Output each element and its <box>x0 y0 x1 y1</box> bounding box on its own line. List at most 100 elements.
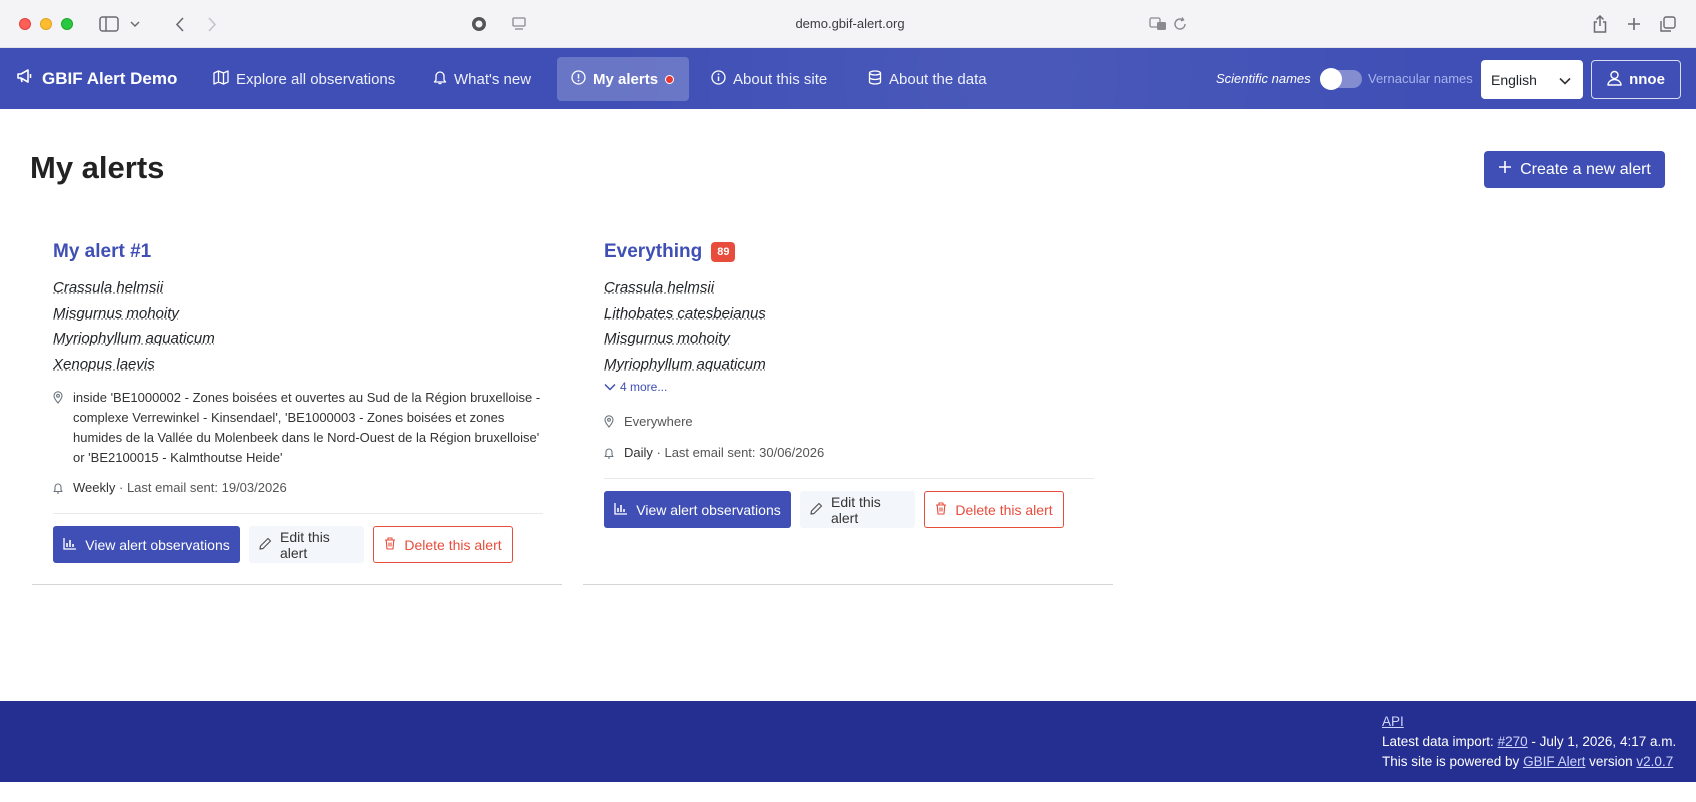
nav-about-data-label: About the data <box>889 70 987 88</box>
address-bar[interactable]: demo.gbif-alert.org <box>740 14 960 34</box>
trash-icon <box>935 501 947 518</box>
version-prefix: version <box>1589 754 1633 769</box>
bell-icon <box>604 443 614 465</box>
nav-whats-new-label: What's new <box>454 70 532 88</box>
alert-card: My alert #1 Crassula helmsii Misgurnus m… <box>32 220 562 585</box>
user-menu-button[interactable]: nnoe <box>1591 60 1681 99</box>
plus-icon <box>1498 160 1512 179</box>
species-link[interactable]: Myriophyllum aquaticum <box>53 326 215 352</box>
unseen-indicator-dot <box>665 74 675 84</box>
divider <box>53 513 543 514</box>
nav-my-alerts[interactable]: My alerts <box>557 57 689 101</box>
import-prefix: Latest data import: <box>1382 734 1494 749</box>
translate-icon[interactable] <box>1148 13 1168 35</box>
reload-icon[interactable] <box>1171 13 1189 35</box>
back-icon[interactable] <box>171 13 187 35</box>
alert-location: inside 'BE1000002 - Zones boisées et ouv… <box>53 388 553 468</box>
species-link[interactable]: Misgurnus mohoity <box>604 326 766 352</box>
location-pin-icon <box>53 388 63 468</box>
api-link[interactable]: API <box>1382 714 1404 729</box>
close-window-button[interactable] <box>19 18 31 30</box>
tab-overview-icon[interactable] <box>1658 13 1678 35</box>
edit-alert-label: Edit this alert <box>831 493 881 526</box>
view-observations-label: View alert observations <box>85 536 230 553</box>
import-suffix: - July 1, 2026, 4:17 a.m. <box>1531 734 1677 749</box>
alert-title[interactable]: My alert #1 <box>53 241 151 263</box>
nav-explore-label: Explore all observations <box>236 70 396 88</box>
version-link[interactable]: v2.0.7 <box>1636 754 1673 769</box>
brand-link[interactable]: GBIF Alert Demo <box>16 48 177 109</box>
user-icon <box>1607 70 1622 90</box>
edit-alert-button[interactable]: Edit this alert <box>249 526 364 563</box>
location-text: Everywhere <box>624 414 693 429</box>
species-list: Crassula helmsii Lithobates catesbeianus… <box>604 275 766 377</box>
user-name: nnoe <box>1629 71 1665 88</box>
species-link[interactable]: Myriophyllum aquaticum <box>604 352 766 378</box>
alert-title[interactable]: Everything <box>604 241 702 263</box>
edit-alert-button[interactable]: Edit this alert <box>800 491 915 528</box>
bell-icon <box>53 478 63 500</box>
import-link[interactable]: #270 <box>1498 734 1528 749</box>
alert-title-row: Everything 89 <box>604 241 736 263</box>
nav-about-site[interactable]: About this site <box>697 57 841 101</box>
edit-alert-label: Edit this alert <box>280 528 330 561</box>
navbar: GBIF Alert Demo Explore all observations… <box>0 48 1696 109</box>
reader-icon[interactable] <box>510 13 528 35</box>
maximize-window-button[interactable] <box>61 18 73 30</box>
delete-alert-button[interactable]: Delete this alert <box>924 491 1064 528</box>
create-alert-label: Create a new alert <box>1520 160 1651 178</box>
nav-whats-new[interactable]: What's new <box>419 57 545 101</box>
species-link[interactable]: Misgurnus mohoity <box>53 301 215 327</box>
unseen-count-badge: 89 <box>711 242 736 262</box>
footer-api-line: API <box>1382 714 1404 729</box>
forward-icon[interactable] <box>204 13 220 35</box>
species-link[interactable]: Lithobates catesbeianus <box>604 301 766 327</box>
view-observations-button[interactable]: View alert observations <box>53 526 240 563</box>
create-alert-button[interactable]: Create a new alert <box>1484 151 1665 188</box>
scientific-names-label: Scientific names <box>1216 71 1311 86</box>
show-more-species-link[interactable]: 4 more... <box>604 380 667 394</box>
sidebar-toggle-icon[interactable] <box>98 13 120 35</box>
frequency-value: Weekly <box>73 480 116 495</box>
species-link[interactable]: Crassula helmsii <box>604 275 766 301</box>
pencil-icon <box>259 537 272 553</box>
alert-email-frequency: Daily · Last email sent: 30/06/2026 <box>604 443 824 465</box>
gbif-alert-link[interactable]: GBIF Alert <box>1523 754 1585 769</box>
nav-my-alerts-label: My alerts <box>593 70 659 88</box>
view-observations-button[interactable]: View alert observations <box>604 491 791 528</box>
last-email-text: · Last email sent: 19/03/2026 <box>119 480 287 495</box>
alert-card: Everything 89 Crassula helmsii Lithobate… <box>583 220 1113 585</box>
delete-alert-label: Delete this alert <box>955 501 1053 518</box>
delete-alert-button[interactable]: Delete this alert <box>373 526 513 563</box>
chevron-down-icon[interactable] <box>128 13 142 35</box>
bar-chart-icon <box>614 502 628 518</box>
new-tab-icon[interactable] <box>1624 13 1644 35</box>
database-icon <box>868 69 882 89</box>
bell-icon <box>433 70 447 89</box>
alert-location: Everywhere <box>604 412 693 434</box>
vernacular-names-label: Vernacular names <box>1368 71 1473 86</box>
names-toggle[interactable] <box>1320 68 1362 90</box>
bar-chart-icon <box>63 537 77 553</box>
language-value: English <box>1491 71 1537 88</box>
nav-explore[interactable]: Explore all observations <box>199 57 409 101</box>
megaphone-icon <box>16 68 34 89</box>
share-icon[interactable] <box>1590 13 1610 35</box>
nav-about-site-label: About this site <box>733 70 828 88</box>
extension-icon[interactable] <box>470 13 488 35</box>
trash-icon <box>384 536 396 553</box>
alert-actions: View alert observations Edit this alert … <box>604 491 1064 528</box>
language-select[interactable]: English <box>1481 60 1583 99</box>
species-link[interactable]: Crassula helmsii <box>53 275 215 301</box>
species-link[interactable]: Xenopus laevis <box>53 352 215 378</box>
brand-label: GBIF Alert Demo <box>42 68 178 88</box>
footer-powered-line: This site is powered by GBIF Alert versi… <box>1382 754 1673 769</box>
toggle-knob <box>1320 68 1342 90</box>
alert-circle-icon <box>571 69 586 89</box>
nav-about-data[interactable]: About the data <box>854 57 1001 101</box>
location-pin-icon <box>604 412 614 434</box>
powered-prefix: This site is powered by <box>1382 754 1520 769</box>
minimize-window-button[interactable] <box>40 18 52 30</box>
delete-alert-label: Delete this alert <box>404 536 502 553</box>
show-more-label: 4 more... <box>620 380 668 394</box>
